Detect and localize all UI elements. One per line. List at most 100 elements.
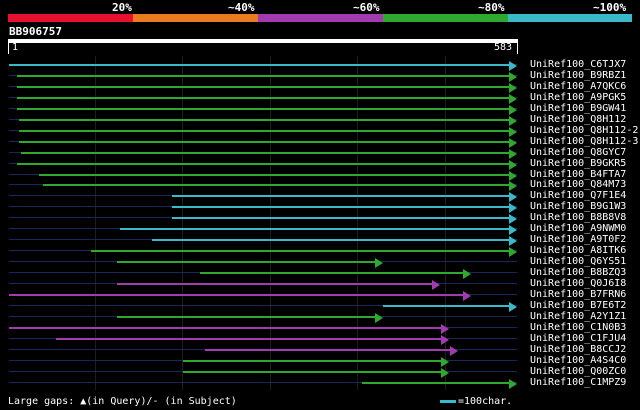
hit-arrow-icon <box>509 214 517 225</box>
hit-arrow-icon <box>509 61 517 71</box>
hit-label[interactable]: UniRef100_B9RBZ1 <box>530 70 626 81</box>
hit-label[interactable]: UniRef100_B9GKR5 <box>530 158 626 169</box>
hit-alignment-bar[interactable] <box>9 293 464 296</box>
legend-label-80: ~80% <box>478 1 505 14</box>
hit-label[interactable]: UniRef100_Q84M73 <box>530 179 626 190</box>
query-ruler <box>8 39 518 43</box>
identity-color-legend: 20% ~40% ~60% ~80% ~100% <box>8 0 632 22</box>
legend-label-20: 20% <box>112 1 132 14</box>
hit-arrow-icon <box>509 82 517 93</box>
hit-label[interactable]: UniRef100_A2Y1Z1 <box>530 311 626 322</box>
hit-arrow-icon <box>509 301 517 312</box>
hit-alignment-bar[interactable] <box>152 239 510 242</box>
hit-arrow-icon <box>509 203 517 214</box>
hit-label[interactable]: UniRef100_Q8H112 <box>530 114 626 125</box>
hit-alignment-bar[interactable] <box>383 304 510 307</box>
legend-segment-60 <box>258 14 383 22</box>
hit-alignment-bar[interactable] <box>16 162 510 165</box>
hit-alignment-bar[interactable] <box>182 359 442 362</box>
hit-alignment-bar[interactable] <box>38 173 510 176</box>
hit-arrow-icon <box>509 247 517 258</box>
hit-arrow-icon <box>509 115 517 126</box>
legend-label-60: ~60% <box>353 1 380 14</box>
hit-arrow-icon <box>509 181 517 192</box>
hit-label[interactable]: UniRef100_B4FTA7 <box>530 169 626 180</box>
hit-alignment-bar[interactable] <box>200 272 464 275</box>
hit-label[interactable]: UniRef100_A8ITK6 <box>530 245 626 256</box>
hit-label[interactable]: UniRef100_C1FJU4 <box>530 333 626 344</box>
hit-label[interactable]: UniRef100_B8CCJ2 <box>530 344 626 355</box>
hit-row[interactable]: UniRef100_C1MPZ9 <box>0 377 640 390</box>
hit-arrow-icon <box>440 323 449 334</box>
ruler-end-label: 583 <box>494 42 513 53</box>
hit-alignment-bar[interactable] <box>204 348 451 351</box>
hit-arrow-icon <box>509 378 517 389</box>
hit-alignment-bar[interactable] <box>119 228 510 231</box>
hit-label[interactable]: UniRef100_Q7F1E4 <box>530 190 626 201</box>
hit-label[interactable]: UniRef100_B7E6T2 <box>530 300 626 311</box>
hit-label[interactable]: UniRef100_C1MPZ9 <box>530 377 626 388</box>
hit-arrow-icon <box>462 269 471 280</box>
hit-alignment-bar[interactable] <box>18 140 510 143</box>
hit-label[interactable]: UniRef100_A7QKC6 <box>530 81 626 92</box>
hit-alignment-bar[interactable] <box>43 184 510 187</box>
hit-alignment-bar[interactable] <box>16 107 510 110</box>
hit-label[interactable]: UniRef100_A9NWM0 <box>530 223 626 234</box>
hit-alignment-bar[interactable] <box>117 261 377 264</box>
hit-alignment-bar[interactable] <box>16 74 510 77</box>
hit-label[interactable]: UniRef100_B9G1W3 <box>530 201 626 212</box>
hit-arrow-icon <box>462 290 471 301</box>
hit-alignment-bar[interactable] <box>182 370 442 373</box>
hit-alignment-bar[interactable] <box>18 129 510 132</box>
hit-label[interactable]: UniRef100_C6TJX7 <box>530 59 626 70</box>
hit-label[interactable]: UniRef100_B8B8V8 <box>530 212 626 223</box>
hit-alignment-bar[interactable] <box>18 118 510 121</box>
hit-label[interactable]: UniRef100_Q8H112-3 <box>530 136 638 147</box>
ruler-start-label: 1 <box>12 42 19 53</box>
scale-legend: =100char. <box>440 396 512 407</box>
hit-arrow-icon <box>440 356 449 367</box>
hit-arrow-icon <box>509 137 517 148</box>
hit-label[interactable]: UniRef100_A4S4C0 <box>530 355 626 366</box>
hit-alignment-bar[interactable] <box>9 64 510 66</box>
hit-arrow-icon <box>509 192 517 203</box>
hit-label[interactable]: UniRef100_B9GW41 <box>530 103 626 114</box>
hit-arrow-icon <box>509 148 517 159</box>
hit-label[interactable]: UniRef100_Q00ZC0 <box>530 366 626 377</box>
hit-label[interactable]: UniRef100_B8BZQ3 <box>530 267 626 278</box>
query-id: BB906757 <box>9 25 62 38</box>
hit-alignment-bar[interactable] <box>9 326 442 329</box>
hit-alignment-bar[interactable] <box>117 315 377 318</box>
hit-alignment-bar[interactable] <box>172 195 510 198</box>
ruler-start-tick <box>8 42 9 54</box>
hit-label[interactable]: UniRef100_A9PGK5 <box>530 92 626 103</box>
ruler-end-tick <box>517 42 518 54</box>
hit-label[interactable]: UniRef100_Q8GYC7 <box>530 147 626 158</box>
hit-arrow-icon <box>509 159 517 170</box>
legend-segment-20 <box>8 14 133 22</box>
hit-label[interactable]: UniRef100_A9T0F2 <box>530 234 626 245</box>
hit-label[interactable]: UniRef100_C1N0B3 <box>530 322 626 333</box>
hit-label[interactable]: UniRef100_B7FRN6 <box>530 289 626 300</box>
hit-alignment-bar[interactable] <box>56 337 442 340</box>
hit-label[interactable]: UniRef100_Q0J6I8 <box>530 278 626 289</box>
legend-label-100: ~100% <box>593 1 627 14</box>
hit-label[interactable]: UniRef100_Q8H112-2 <box>530 125 638 136</box>
hit-arrow-icon <box>509 225 517 236</box>
hit-arrow-icon <box>509 104 517 115</box>
hit-alignment-bar[interactable] <box>91 250 510 253</box>
hit-alignment-bar[interactable] <box>21 151 510 154</box>
hit-alignment-bar[interactable] <box>172 217 510 220</box>
hit-arrow-icon <box>509 170 517 181</box>
hit-alignment-bar[interactable] <box>117 283 434 285</box>
hit-arrow-icon <box>449 345 458 356</box>
hit-arrow-icon <box>509 93 517 104</box>
scale-bar <box>440 399 456 403</box>
hit-alignment-bar[interactable] <box>172 206 510 209</box>
gap-legend: Large gaps: ▲(in Query)/- (in Subject) <box>8 396 237 407</box>
hit-arrow-icon <box>509 71 517 82</box>
hit-alignment-bar[interactable] <box>361 381 510 384</box>
hit-label[interactable]: UniRef100_Q6YS51 <box>530 256 626 267</box>
hit-alignment-bar[interactable] <box>16 85 510 88</box>
hit-alignment-bar[interactable] <box>16 96 510 99</box>
